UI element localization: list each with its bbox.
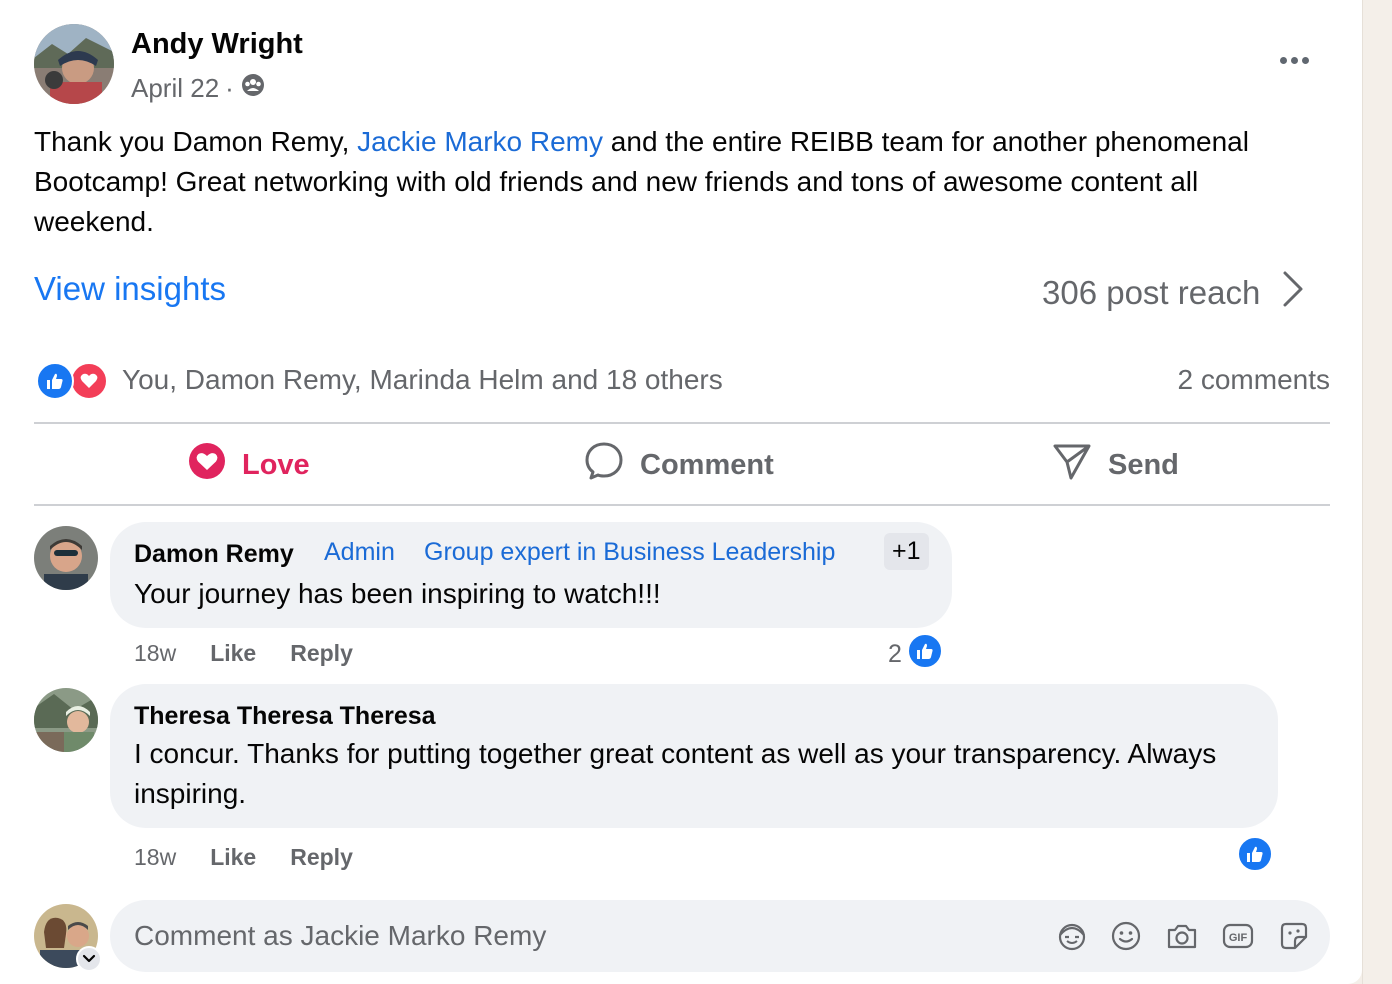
post-card: Andy Wright April 22 · Thank you Damon R…	[0, 0, 1362, 984]
comment-time[interactable]: 18w	[134, 844, 176, 871]
gif-icon[interactable]: GIF	[1220, 918, 1256, 954]
comment-bubble: Damon Remy Admin Group expert in Busines…	[110, 522, 952, 628]
send-icon	[1052, 441, 1092, 489]
post-reach-button[interactable]: 306 post reach	[1042, 270, 1304, 316]
view-insights-link[interactable]: View insights	[34, 270, 226, 308]
love-button[interactable]: Love	[188, 436, 310, 494]
post-text: Thank you Damon Remy, Jackie Marko Remy …	[34, 122, 1284, 242]
heart-icon	[188, 442, 226, 488]
expert-badge[interactable]: Group expert in Business Leadership	[424, 538, 835, 567]
comment-bubble-icon	[584, 441, 624, 489]
post-reach-label: 306 post reach	[1042, 274, 1261, 311]
comment-text: I concur. Thanks for putting together gr…	[134, 738, 1217, 809]
commenter-avatar[interactable]	[34, 688, 98, 752]
switch-profile-button[interactable]	[76, 946, 102, 972]
comment-label: Comment	[640, 448, 774, 481]
comment-time[interactable]: 18w	[134, 640, 176, 667]
mention-link[interactable]: Jackie Marko Remy	[357, 126, 603, 157]
post-meta: April 22 ·	[131, 72, 266, 105]
admin-badge[interactable]: Admin	[324, 538, 395, 567]
like-comment-button[interactable]: Like	[210, 640, 256, 667]
author-avatar[interactable]	[34, 24, 114, 104]
reply-comment-button[interactable]: Reply	[290, 844, 353, 871]
more-badges[interactable]: +1	[884, 533, 929, 570]
divider	[34, 422, 1330, 424]
more-dot-icon	[1279, 56, 1287, 64]
meta-separator: ·	[225, 73, 234, 103]
divider	[34, 504, 1330, 506]
post-text-before: Thank you Damon Remy,	[34, 126, 358, 157]
comment-reaction-count[interactable]: 2	[888, 640, 902, 669]
comment-input[interactable]	[134, 916, 1014, 956]
love-reaction-icon	[70, 362, 108, 400]
more-dot-icon	[1301, 56, 1309, 64]
svg-text:GIF: GIF	[1229, 932, 1248, 944]
commenter-avatar[interactable]	[34, 526, 98, 590]
like-comment-button[interactable]: Like	[210, 844, 256, 871]
thumbs-up-icon[interactable]	[907, 633, 943, 669]
thumbs-up-icon[interactable]	[1237, 836, 1273, 872]
like-reaction-icon	[36, 362, 74, 400]
commenter-name[interactable]: Damon Remy	[134, 540, 294, 569]
more-options-button[interactable]	[1272, 44, 1316, 76]
page-background	[1362, 0, 1392, 984]
emoji-icon[interactable]	[1108, 918, 1144, 954]
comment-text: Your journey has been inspiring to watch…	[134, 578, 661, 609]
camera-icon[interactable]	[1164, 918, 1200, 954]
reactions-summary: You, Damon Remy, Marinda Helm and 18 oth…	[36, 360, 1330, 402]
reply-comment-button[interactable]: Reply	[290, 640, 353, 667]
sticker-icon[interactable]	[1276, 918, 1312, 954]
send-button[interactable]: Send	[1052, 436, 1179, 494]
comment-bubble: Theresa Theresa Theresa I concur. Thanks…	[110, 684, 1278, 828]
more-dot-icon	[1290, 56, 1298, 64]
comment-meta: 18w Like Reply	[134, 844, 353, 871]
commenter-name[interactable]: Theresa Theresa Theresa	[134, 702, 436, 731]
comment-count[interactable]: 2 comments	[1178, 364, 1331, 396]
author-name[interactable]: Andy Wright	[131, 28, 303, 61]
reactors-text[interactable]: You, Damon Remy, Marinda Helm and 18 oth…	[122, 364, 723, 396]
avatar-sticker-icon[interactable]	[1054, 918, 1090, 954]
comment-button[interactable]: Comment	[584, 436, 774, 494]
love-label: Love	[242, 448, 310, 481]
comment-composer: GIF	[110, 900, 1330, 972]
post-date[interactable]: April 22	[131, 73, 219, 104]
reaction-icons[interactable]	[36, 362, 112, 400]
comment-meta: 18w Like Reply	[134, 640, 353, 667]
send-label: Send	[1108, 448, 1179, 481]
chevron-right-icon	[1282, 270, 1304, 316]
group-audience-icon[interactable]	[240, 72, 266, 105]
